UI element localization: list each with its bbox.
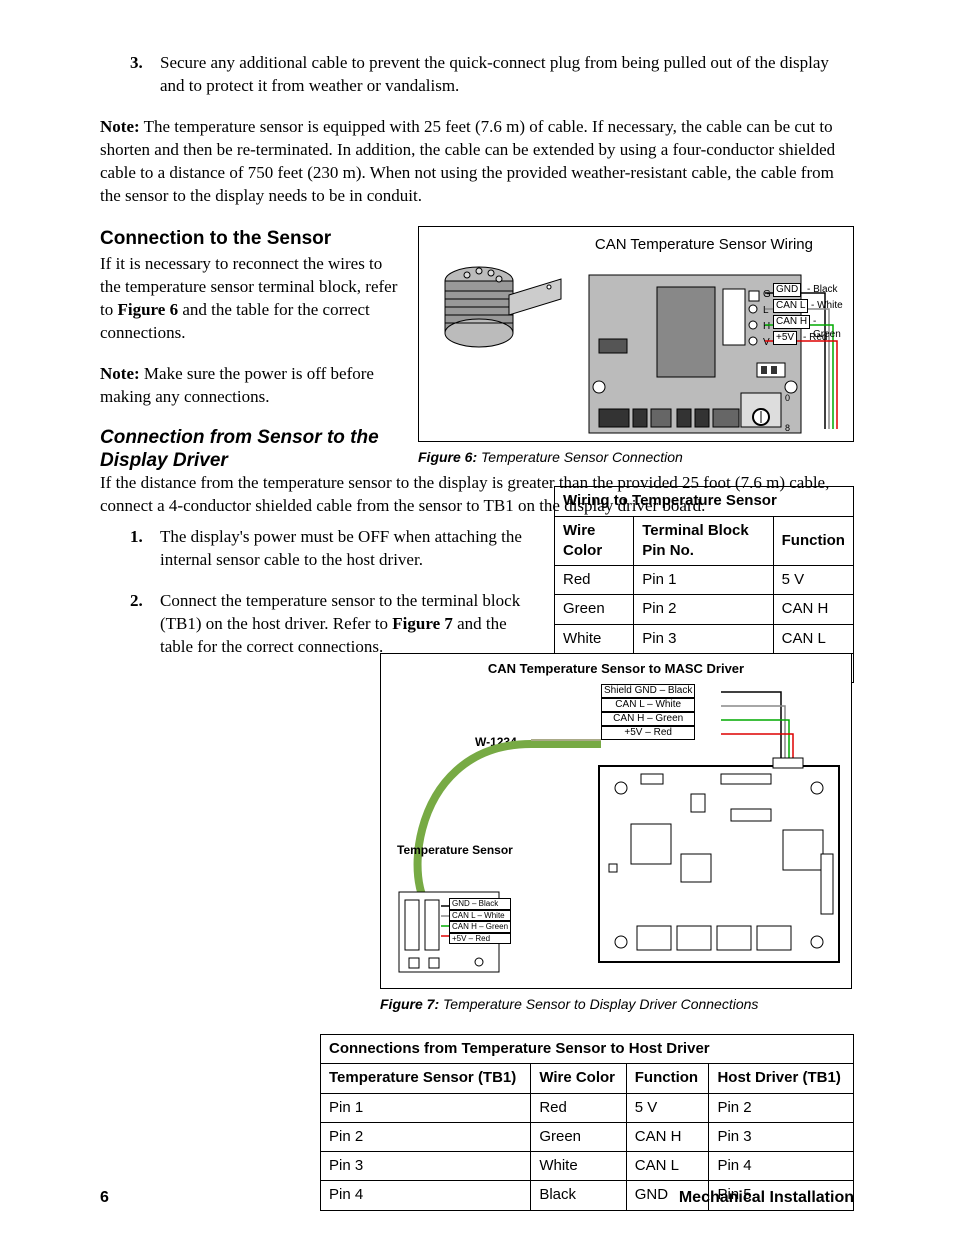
- svg-text:8: 8: [785, 423, 790, 433]
- list-marker: 2.: [130, 590, 160, 659]
- col-header: Host Driver (TB1): [709, 1064, 854, 1093]
- figure-reference: Figure 7: [392, 614, 453, 633]
- figure-caption: Figure 6: Temperature Sensor Connection: [418, 448, 854, 467]
- intro-ordered-list: 3. Secure any additional cable to preven…: [130, 52, 854, 98]
- section2-list: 1. The display's power must be OFF when …: [130, 526, 542, 659]
- caption-lead: Figure 7:: [380, 996, 439, 1012]
- figure-reference: Figure 6: [117, 300, 178, 319]
- wire-label: +5V – Red: [449, 933, 511, 945]
- wire-suffix: - Black: [807, 283, 838, 297]
- list-item: 3. Secure any additional cable to preven…: [130, 52, 854, 98]
- note-text: The temperature sensor is equipped with …: [100, 117, 835, 205]
- svg-text:0: 0: [785, 393, 790, 403]
- note-paragraph: Note: Make sure the power is off before …: [100, 363, 400, 409]
- list-item: 1. The display's power must be OFF when …: [130, 526, 542, 572]
- figure-caption: Figure 7: Temperature Sensor to Display …: [380, 995, 852, 1014]
- list-item: 2. Connect the temperature sensor to the…: [130, 590, 542, 659]
- subsection-heading: Connection from Sensor to the Display Dr…: [100, 427, 400, 473]
- wire-suffix: - Red: [803, 331, 827, 345]
- col-header: Terminal Block Pin No.: [634, 516, 773, 566]
- table-row: Pin 2GreenCAN HPin 3: [321, 1122, 854, 1151]
- note-label: Note:: [100, 364, 140, 383]
- page-number: 6: [100, 1187, 109, 1209]
- wire-label: CAN H – Green: [449, 921, 511, 933]
- wire-label: CAN L: [773, 299, 808, 313]
- sensor-graphic: [429, 251, 569, 371]
- svg-text:G: G: [763, 289, 771, 300]
- svg-text:L: L: [763, 305, 769, 316]
- list-text: The display's power must be OFF when att…: [160, 526, 542, 572]
- list-marker: 3.: [130, 52, 160, 98]
- svg-text:H: H: [763, 321, 770, 332]
- section-heading: Connection to the Sensor: [100, 226, 400, 252]
- col-header: Function: [626, 1064, 709, 1093]
- figure-6: CAN Temperature Sensor Wiring: [418, 226, 854, 442]
- col-header: Wire Color: [555, 516, 634, 566]
- table-row: GreenPin 2CAN H: [555, 595, 854, 624]
- list-text: Connect the temperature sensor to the te…: [160, 590, 542, 659]
- col-header: Wire Color: [531, 1064, 626, 1093]
- list-marker: 1.: [130, 526, 160, 572]
- caption-text: Temperature Sensor to Display Driver Con…: [439, 996, 758, 1012]
- wiring-table-2: Connections from Temperature Sensor to H…: [320, 1034, 854, 1211]
- wire-suffix: - White: [811, 299, 843, 313]
- wire-label: GND: [773, 283, 801, 297]
- table-title: Connections from Temperature Sensor to H…: [321, 1035, 854, 1064]
- col-header: Temperature Sensor (TB1): [321, 1064, 531, 1093]
- note-paragraph: Note: The temperature sensor is equipped…: [100, 116, 854, 208]
- wire-label: +5V: [773, 331, 797, 345]
- list-text: Secure any additional cable to prevent t…: [160, 52, 854, 98]
- note-text: Make sure the power is off before making…: [100, 364, 374, 406]
- footer-section-title: Mechanical Installation: [679, 1187, 854, 1209]
- wire-label: CAN L – White: [449, 910, 511, 922]
- caption-lead: Figure 6:: [418, 449, 477, 465]
- figure-title: CAN Temperature Sensor Wiring: [595, 235, 813, 255]
- note-label: Note:: [100, 117, 140, 136]
- col-header: Function: [773, 516, 853, 566]
- table-row: Pin 3WhiteCAN LPin 4: [321, 1152, 854, 1181]
- page-footer: 6 Mechanical Installation: [100, 1187, 854, 1209]
- wire-label: GND – Black: [449, 898, 511, 910]
- table-row: RedPin 15 V: [555, 566, 854, 595]
- table-title: Wiring to Temperature Sensor: [555, 487, 854, 516]
- table-row: Pin 1Red5 VPin 2: [321, 1093, 854, 1122]
- body-para: If it is necessary to reconnect the wire…: [100, 253, 400, 345]
- caption-text: Temperature Sensor Connection: [477, 449, 683, 465]
- figure-7: CAN Temperature Sensor to MASC Driver Sh…: [380, 653, 852, 989]
- wire-label: CAN H: [773, 315, 810, 329]
- table-row: WhitePin 3CAN L: [555, 624, 854, 653]
- pcb-graphic: G L H V 0: [585, 269, 845, 437]
- svg-text:V: V: [763, 337, 770, 348]
- sensor-label: Temperature Sensor: [397, 844, 513, 857]
